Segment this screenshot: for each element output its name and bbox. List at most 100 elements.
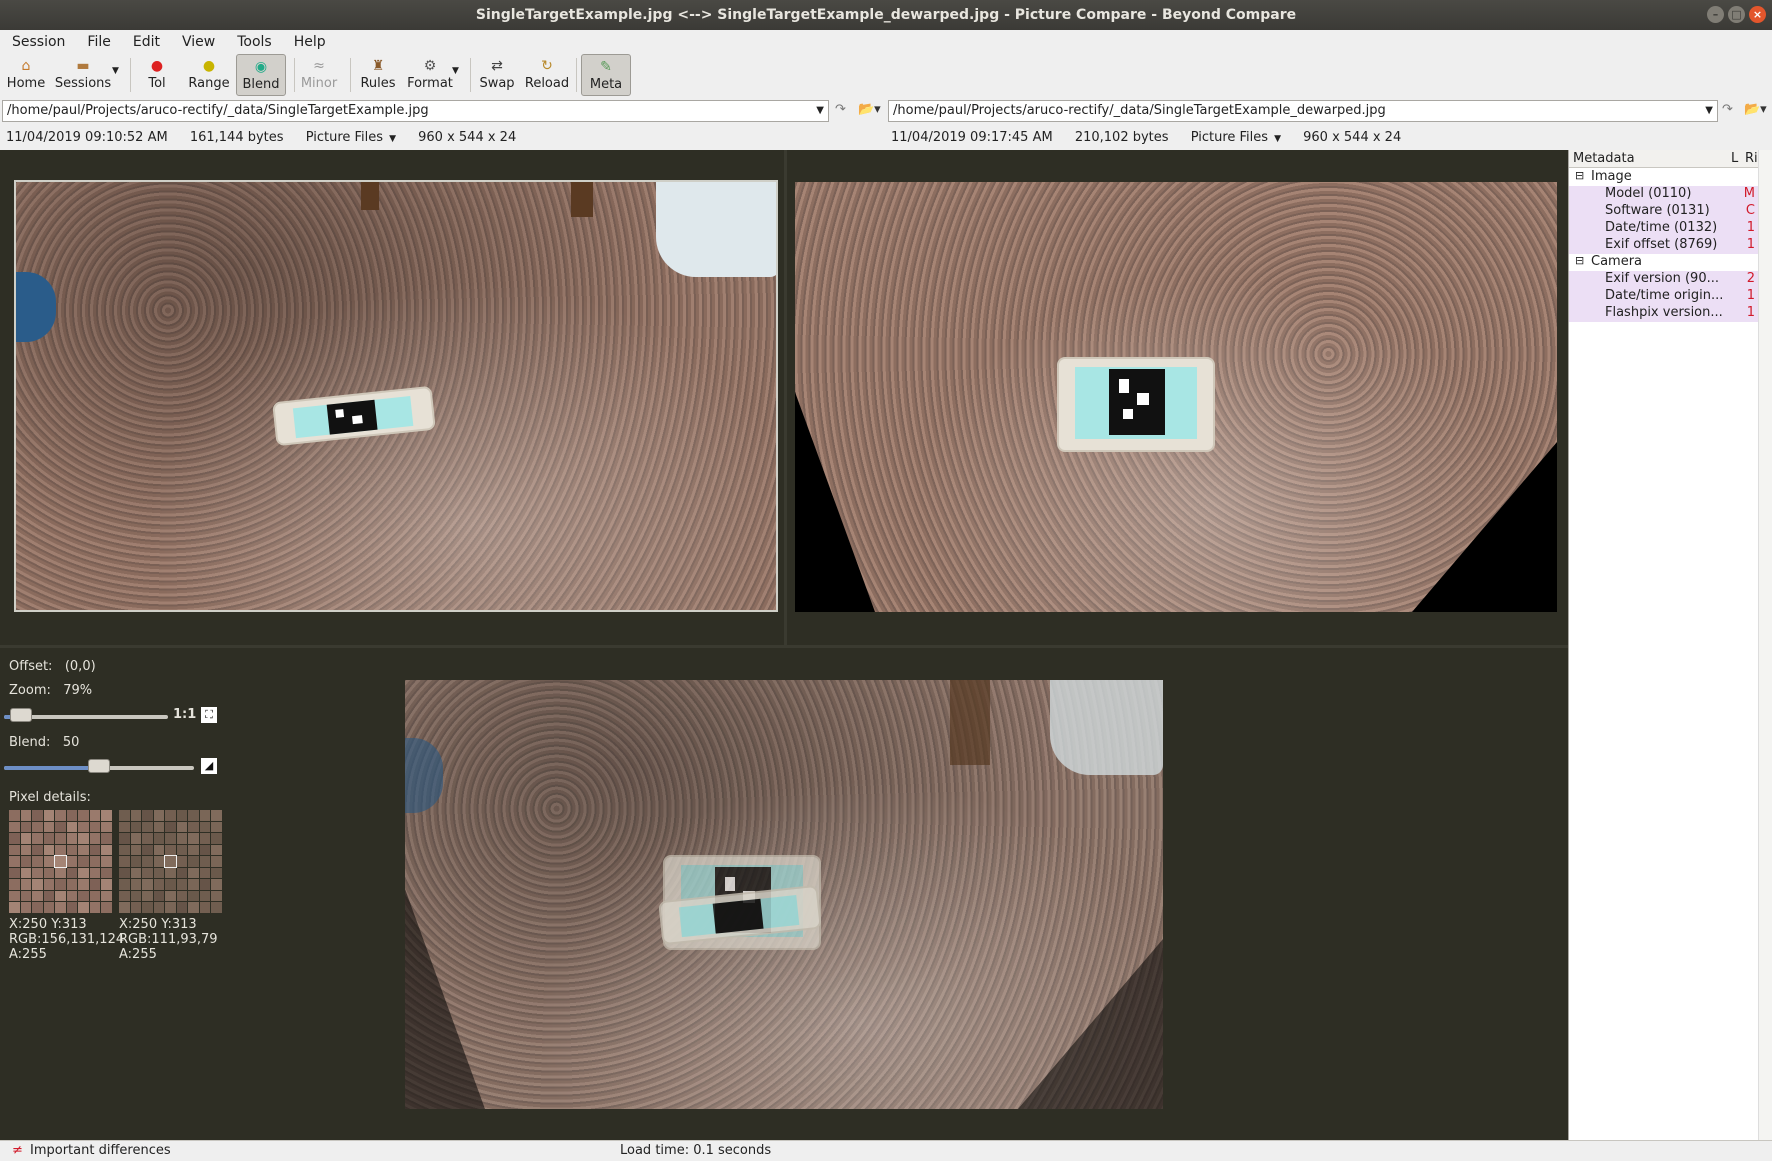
metadata-row[interactable]: Date/time (0132) 1	[1569, 220, 1759, 237]
metadata-row[interactable]: Exif offset (8769) 1	[1569, 237, 1759, 254]
right-open-folder-icon[interactable]: 📂▾	[1744, 102, 1767, 117]
pixel-cell	[211, 833, 222, 844]
pixel-cell	[9, 867, 20, 879]
reload-button[interactable]: ↻ Reload	[524, 54, 570, 96]
left-file-format[interactable]: Picture Files ▼	[306, 130, 396, 145]
menu-tools[interactable]: Tools	[225, 30, 272, 52]
tolerance-icon: ●	[150, 58, 164, 74]
meta-button[interactable]: ✎ Meta	[581, 54, 631, 96]
collapse-toggle-icon[interactable]: ⊟	[1575, 169, 1584, 182]
menu-view[interactable]: View	[170, 30, 215, 52]
sessions-dropdown-arrow[interactable]: ▼	[112, 66, 119, 76]
minimize-button[interactable]: –	[1707, 6, 1724, 23]
pixel-cell	[43, 902, 55, 913]
menu-help[interactable]: Help	[282, 30, 326, 52]
aruco-marker	[1109, 369, 1165, 435]
pixel-cell	[89, 879, 101, 890]
pixel-cell	[32, 867, 43, 879]
pixel-cell	[89, 902, 101, 913]
metadata-row-label: Date/time origin...	[1605, 288, 1724, 303]
pixel-cell	[89, 856, 101, 867]
pane-splitter[interactable]	[784, 150, 787, 645]
pixel-cell	[142, 902, 153, 913]
tol-button[interactable]: ● Tol	[140, 54, 174, 96]
rules-button[interactable]: ♜ Rules	[358, 54, 398, 96]
format-dropdown-arrow[interactable]: ▼	[452, 66, 459, 76]
left-history-icon[interactable]: ↷	[835, 102, 846, 117]
right-image-pane[interactable]	[795, 182, 1557, 612]
zoom-slider-thumb[interactable]	[10, 708, 33, 722]
swap-button[interactable]: ⇄ Swap	[478, 54, 516, 96]
metadata-scrollbar[interactable]	[1758, 150, 1772, 1140]
pixel-cell	[211, 867, 222, 879]
pixel-cell	[66, 856, 78, 867]
pixel-cell	[32, 890, 43, 902]
pixel-cell	[211, 810, 222, 821]
pixel-cell	[89, 821, 101, 833]
blend-button[interactable]: ◉ Blend	[236, 54, 286, 96]
menu-session[interactable]: Session	[0, 30, 65, 52]
metadata-row-value: 1	[1746, 288, 1755, 303]
right-history-icon[interactable]: ↷	[1722, 102, 1733, 117]
pixel-cell	[20, 867, 32, 879]
blended-image-pane[interactable]	[405, 680, 1163, 1109]
collapse-toggle-icon[interactable]: ⊟	[1575, 254, 1584, 267]
metadata-row[interactable]: Date/time origin... 1	[1569, 288, 1759, 305]
right-path-input[interactable]: /home/paul/Projects/aruco-rectify/_data/…	[888, 100, 1718, 122]
left-open-folder-icon[interactable]: 📂▾	[858, 102, 881, 117]
contrast-icon[interactable]: ◢	[201, 758, 217, 774]
chair-leg	[361, 182, 379, 210]
one-to-one-button[interactable]: 1:1	[173, 707, 196, 722]
phone-shape	[1057, 357, 1215, 452]
pixel-cell	[199, 867, 211, 879]
right-path-dropdown-icon[interactable]: ▼	[1705, 101, 1713, 121]
left-file-size: 161,144 bytes	[189, 130, 284, 145]
pixel-cell	[78, 890, 89, 902]
right-column-header[interactable]: Ri	[1745, 151, 1758, 166]
metadata-row[interactable]: Flashpix version... 1	[1569, 305, 1759, 322]
left-column-header[interactable]: L	[1731, 151, 1738, 166]
pixel-cell	[188, 867, 199, 879]
pixel-cell	[101, 879, 112, 890]
pixel-cell	[20, 879, 32, 890]
pixel-cell	[20, 844, 32, 856]
pixel-cell	[130, 867, 142, 879]
left-image-pane[interactable]	[14, 180, 778, 612]
pixel-cell	[101, 833, 112, 844]
right-file-format[interactable]: Picture Files ▼	[1191, 130, 1281, 145]
close-button[interactable]: ×	[1749, 6, 1766, 23]
format-button[interactable]: ⚙ Format	[406, 54, 454, 96]
home-button[interactable]: ⌂ Home	[6, 54, 46, 96]
menu-edit[interactable]: Edit	[121, 30, 160, 52]
metadata-row[interactable]: Software (0131) C	[1569, 203, 1759, 220]
left-path-input[interactable]: /home/paul/Projects/aruco-rectify/_data/…	[2, 100, 829, 122]
pixel-cell	[78, 844, 89, 856]
pixel-cell	[176, 890, 188, 902]
pixel-cell	[176, 867, 188, 879]
menu-file[interactable]: File	[75, 30, 110, 52]
pixel-cell	[153, 890, 165, 902]
metadata-column-header[interactable]: Metadata	[1573, 151, 1635, 166]
dewarp-border	[795, 392, 875, 612]
maximize-button[interactable]: □	[1728, 6, 1745, 23]
range-button[interactable]: ● Range	[186, 54, 232, 96]
fit-to-window-icon[interactable]: ⛶	[201, 707, 217, 723]
metadata-row[interactable]: Model (0110) M	[1569, 186, 1759, 203]
towel-shape	[1050, 680, 1163, 775]
pixel-cell	[119, 833, 130, 844]
reload-icon: ↻	[541, 58, 553, 74]
pixel-cell	[78, 879, 89, 890]
horizontal-splitter[interactable]	[0, 645, 1568, 648]
metadata-group-row[interactable]: ⊟ Image	[1569, 169, 1759, 186]
metadata-row[interactable]: Exif version (90... 2	[1569, 271, 1759, 288]
pixel-cell	[43, 867, 55, 879]
pixel-cell	[32, 879, 43, 890]
blend-slider-thumb[interactable]	[88, 759, 110, 773]
pixel-cell	[165, 879, 176, 890]
metadata-group-row[interactable]: ⊟ Camera	[1569, 254, 1759, 271]
pixel-cell	[165, 890, 176, 902]
left-path-dropdown-icon[interactable]: ▼	[816, 101, 824, 121]
pixel-cell	[9, 844, 20, 856]
sessions-button[interactable]: ▬ Sessions	[54, 54, 112, 96]
minor-button[interactable]: ≈ Minor	[298, 54, 340, 96]
